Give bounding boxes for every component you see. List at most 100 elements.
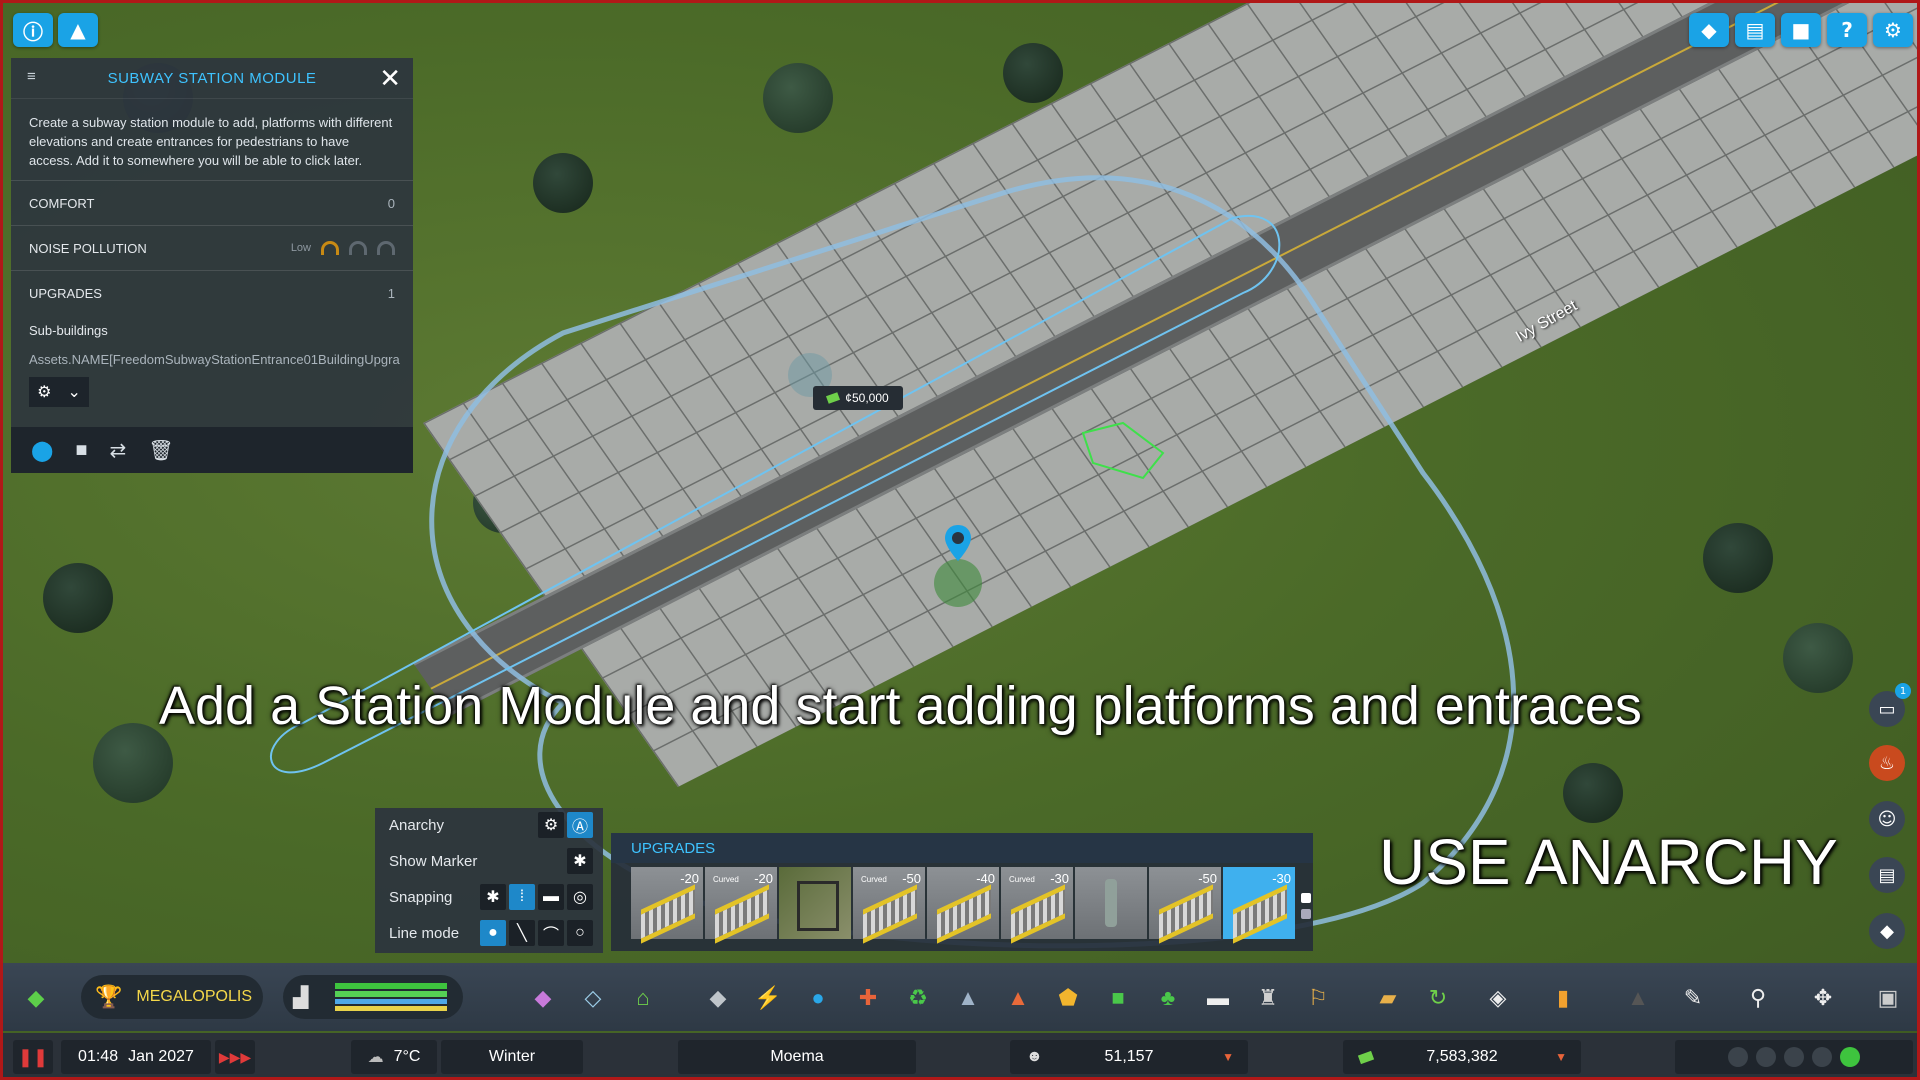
upgrade-item[interactable]: -50 <box>1149 867 1221 944</box>
curve-icon: ⌒ <box>542 927 559 944</box>
landscaping-icon[interactable]: ⌂ <box>628 983 658 1013</box>
fire-station-icon[interactable]: ▲ <box>1003 983 1033 1013</box>
anarchy-settings-button[interactable]: ⚙ <box>538 812 564 838</box>
close-icon[interactable]: ✕ <box>379 63 401 93</box>
location-pin-icon[interactable] <box>943 523 973 563</box>
hat-icon[interactable]: ▲ <box>1623 983 1653 1013</box>
line-mode-circle-button[interactable]: ○ <box>567 920 593 946</box>
upgrade-item[interactable]: -30 <box>1223 867 1295 944</box>
fire-icon: ♨ <box>1878 752 1896 774</box>
demand-bar <box>335 991 447 997</box>
line-mode-point-button[interactable]: ● <box>480 920 506 946</box>
help-button[interactable]: ? <box>1827 13 1867 47</box>
upgrade-cost: -30 <box>1272 871 1291 886</box>
info-button[interactable]: ⓘ <box>13 13 53 47</box>
scroll-indicator[interactable] <box>1301 909 1311 919</box>
bird-icon: ◆ <box>1880 920 1894 942</box>
camera-follow-icon[interactable]: ■ <box>75 439 87 462</box>
transport-icon[interactable]: ■ <box>1103 983 1133 1013</box>
parallel-icon: ⁞ <box>519 888 525 905</box>
map-icon[interactable]: ◈ <box>1483 983 1513 1013</box>
education-icon[interactable]: ▲ <box>953 983 983 1013</box>
settings-button[interactable]: ⚙ <box>1873 13 1913 47</box>
health-icon[interactable]: ✚ <box>853 983 883 1013</box>
communication-icon[interactable]: ▬ <box>1203 983 1233 1013</box>
scroll-indicator[interactable] <box>1301 893 1311 903</box>
citizen-button[interactable]: ☺ <box>1869 801 1905 837</box>
bulldozer-icon[interactable]: ▰ <box>1373 983 1403 1013</box>
layers-button[interactable]: ◆ <box>1689 13 1729 47</box>
snap-object-button[interactable]: ▬ <box>538 884 564 910</box>
happy-face-icon <box>1840 1047 1860 1067</box>
location-icon[interactable]: ⬤ <box>31 438 53 463</box>
screenshot-icon[interactable]: ▣ <box>1873 983 1903 1013</box>
person-icon: ☺ <box>1877 808 1897 830</box>
milestone-label: MEGALOPOLIS <box>136 988 252 1005</box>
zoning-icon[interactable]: ◆ <box>528 983 558 1013</box>
main-caption: Add a Station Module and start adding pl… <box>159 676 1642 736</box>
line-mode-straight-button[interactable]: ╲ <box>509 920 535 946</box>
info-icon: ⓘ <box>23 19 43 44</box>
upgrade-item[interactable]: -40 <box>927 867 999 944</box>
trophy-icon: 🏆 <box>95 984 123 1009</box>
electricity-icon[interactable]: ⚡ <box>753 983 783 1013</box>
snap-curve-button[interactable]: ◎ <box>567 884 593 910</box>
relocate-icon[interactable]: ⇄ <box>109 438 126 463</box>
population-display[interactable]: ☻ 51,157 ▼ <box>1010 1040 1248 1074</box>
main-toolbar: ◆ 🏆 MEGALOPOLIS ▟ ◆ ◇ ⌂ ◆ ⚡ ● ✚ ♻ ▲ ▲ ⬟ … <box>3 963 1917 1031</box>
game-viewport: ¢50,000 Ivy Street ⓘ ▲ ◆ ▤ ■ ? ⚙ ≡ SUBWA… <box>0 0 1920 1080</box>
anarchy-row: Anarchy <box>389 808 444 842</box>
asset-name: Assets.NAME[FreedomSubwayStationEntrance… <box>29 351 400 367</box>
upgrade-item[interactable]: Curved -50 <box>853 867 925 944</box>
fast-forward-icon: ▶▶▶ <box>218 1048 252 1065</box>
upgrade-item[interactable]: Curved -20 <box>705 867 777 944</box>
fire-button[interactable]: ♨ <box>1869 745 1905 781</box>
journal-button[interactable]: ▤ <box>1735 13 1775 47</box>
move-icon[interactable]: ✥ <box>1808 983 1838 1013</box>
comfort-value: 0 <box>387 195 395 211</box>
line-mode-curve-button[interactable]: ⌒ <box>538 920 564 946</box>
trash-icon[interactable]: 🗑 <box>148 438 173 463</box>
water-icon[interactable]: ● <box>803 983 833 1013</box>
eyedropper-icon[interactable]: ✎ <box>1678 983 1708 1013</box>
city-name[interactable]: Moema <box>678 1040 916 1074</box>
gear-icon: ⚙ <box>1884 18 1902 42</box>
police-icon[interactable]: ⬟ <box>1053 983 1083 1013</box>
upgrade-item[interactable] <box>779 867 851 939</box>
money-display[interactable]: 7,583,382 ▼ <box>1343 1040 1581 1074</box>
snap-all-button[interactable]: ✱ <box>480 884 506 910</box>
rotate-icon[interactable]: ↻ <box>1423 983 1453 1013</box>
parks-icon[interactable]: ♣ <box>1153 983 1183 1013</box>
speed-button[interactable]: ▶▶▶ <box>215 1040 255 1074</box>
options-dropdown[interactable]: ⚙ ⌄ <box>29 377 89 407</box>
statistics-icon[interactable]: ▮ <box>1548 983 1578 1013</box>
milestone-button[interactable]: 🏆 MEGALOPOLIS <box>81 975 263 1019</box>
district-icon[interactable]: ⚐ <box>1303 983 1333 1013</box>
journal-side-button[interactable]: ▤ <box>1869 857 1905 893</box>
track-icon <box>641 884 695 944</box>
show-marker-toggle[interactable]: ✱ <box>567 848 593 874</box>
station-module-panel: ≡ SUBWAY STATION MODULE ✕ Create a subwa… <box>11 58 413 473</box>
camera-button[interactable]: ■ <box>1781 13 1821 47</box>
anarchy-toggle[interactable]: Ⓐ <box>567 812 593 838</box>
show-marker-row: Show Marker <box>389 844 477 878</box>
upgrade-item[interactable] <box>1075 867 1147 939</box>
recycle-icon[interactable]: ♻ <box>903 983 933 1013</box>
search-icon[interactable]: ⚲ <box>1743 983 1773 1013</box>
chirper-button[interactable]: ◆ <box>1869 913 1905 949</box>
snap-lines-button[interactable]: ⁞ <box>509 884 535 910</box>
road-icon[interactable]: ◆ <box>703 983 733 1013</box>
happiness-display[interactable] <box>1675 1040 1913 1074</box>
area-icon[interactable]: ◇ <box>578 983 608 1013</box>
status-bar: ❚❚ 01:48 Jan 2027 ▶▶▶ ☁ 7°C Winter Moema… <box>3 1033 1917 1077</box>
anarchy-label: Anarchy <box>389 816 445 834</box>
upgrade-item[interactable]: Curved -30 <box>1001 867 1073 944</box>
zoning-diamond-icon[interactable]: ◆ <box>21 983 51 1013</box>
upgrade-item[interactable]: -20 <box>631 867 703 944</box>
population-text: 51,157 <box>1104 1048 1154 1065</box>
pause-button[interactable]: ❚❚ <box>13 1040 53 1074</box>
tool-options-panel: Anarchy ⚙ Ⓐ Show Marker ✱ Snapping ✱ ⁞ ▬… <box>375 808 603 953</box>
landmark-icon[interactable]: ♜ <box>1253 983 1283 1013</box>
demand-indicator[interactable]: ▟ <box>283 975 463 1019</box>
tool-button[interactable]: ▲ <box>58 13 98 47</box>
